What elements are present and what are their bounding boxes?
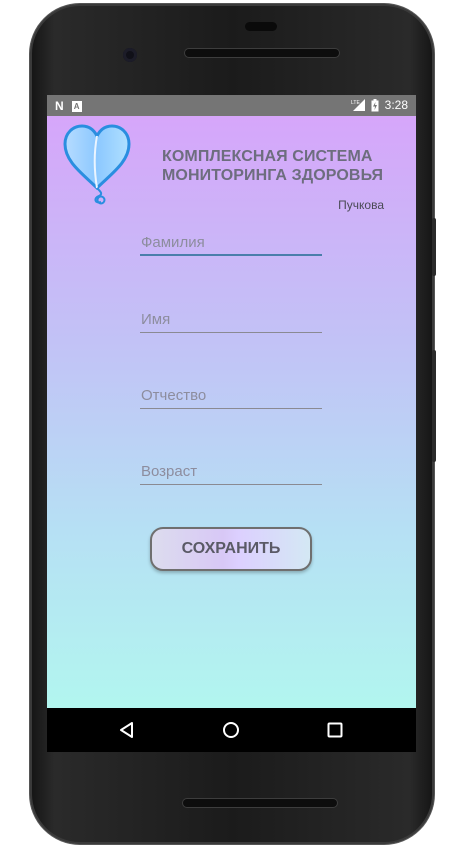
home-circle-icon (223, 722, 239, 738)
save-button[interactable]: СОХРАНИТЬ (150, 527, 312, 571)
volume-rocker[interactable] (432, 350, 436, 462)
bottom-speaker (183, 799, 337, 807)
patronymic-underline (140, 408, 322, 409)
navigation-bar (47, 708, 416, 752)
name-input[interactable] (140, 307, 322, 331)
surname-input[interactable] (140, 230, 322, 254)
a-notification-icon: A (71, 100, 82, 112)
app-title-line1: КОМПЛЕКСНАЯ СИСТЕМА (162, 148, 373, 165)
age-field[interactable] (140, 459, 322, 485)
surname-underline (140, 254, 322, 256)
name-underline (140, 332, 322, 333)
back-button[interactable] (115, 718, 139, 742)
patronymic-input[interactable] (140, 383, 322, 407)
phone-screen: N A LTE 3:28 КОМПЛЕКСНАЯ СИСТЕМА МОНИТОР… (47, 95, 416, 708)
status-time: 3:28 (384, 98, 408, 112)
patronymic-field[interactable] (140, 383, 322, 409)
status-bar: N A LTE 3:28 (47, 95, 416, 116)
home-button[interactable] (219, 718, 243, 742)
earpiece-speaker (185, 49, 339, 57)
app-title-line2: МОНИТОРИНГА ЗДОРОВЬЯ (162, 167, 384, 184)
top-slot (245, 22, 277, 31)
front-camera (123, 48, 137, 62)
recents-button[interactable] (323, 718, 347, 742)
heart-balloon-icon (63, 124, 131, 205)
age-underline (140, 484, 322, 485)
svg-text:LTE: LTE (351, 100, 360, 106)
battery-icon (371, 98, 379, 111)
app-title: КОМПЛЕКСНАЯ СИСТЕМА МОНИТОРИНГА ЗДОРОВЬЯ (162, 147, 412, 185)
n-notification-icon: N (55, 99, 64, 113)
surname-field[interactable] (140, 230, 322, 256)
age-input[interactable] (140, 459, 322, 483)
recents-square-icon (327, 722, 343, 738)
name-field[interactable] (140, 307, 322, 333)
lte-signal-icon: LTE (351, 99, 365, 111)
power-button[interactable] (432, 218, 436, 276)
back-triangle-icon (120, 722, 133, 738)
app-content: КОМПЛЕКСНАЯ СИСТЕМА МОНИТОРИНГА ЗДОРОВЬЯ… (47, 116, 416, 708)
author-name: Пучкова (338, 198, 384, 212)
